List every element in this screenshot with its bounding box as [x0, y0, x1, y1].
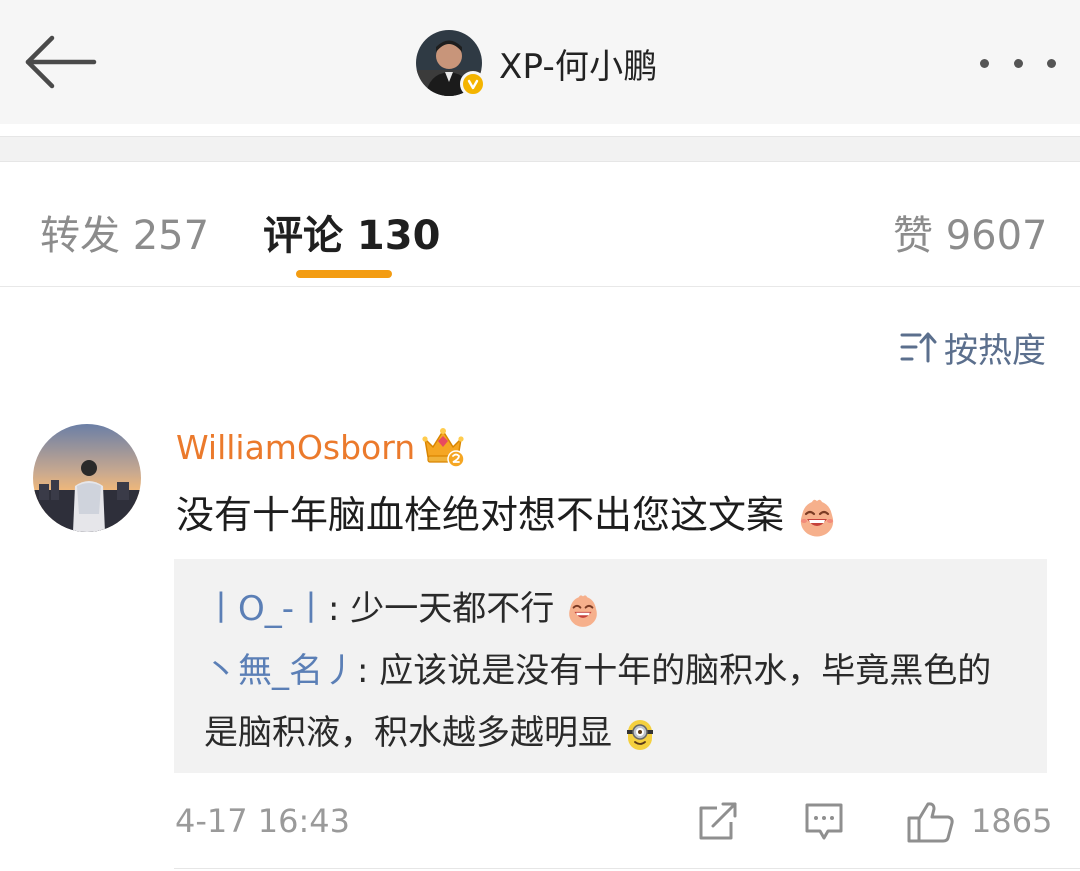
more-dots-icon: [1013, 58, 1023, 68]
share-button[interactable]: [697, 800, 739, 844]
laughing-face-icon: [800, 499, 834, 536]
thumbs-up-icon: [907, 802, 954, 843]
verified-v-icon: [467, 79, 479, 90]
profile-header[interactable]: XP-何小鹏: [416, 29, 658, 97]
sort-label: 按热度: [944, 330, 1046, 371]
minion-icon: [626, 719, 653, 750]
share-icon: [699, 802, 737, 840]
top-bar: XP-何小鹏: [0, 0, 1080, 124]
arrow-left-icon: [25, 35, 97, 89]
back-button[interactable]: [22, 30, 98, 94]
header-spacer: [0, 124, 1080, 136]
reply-separator: :: [357, 651, 380, 691]
tab-reposts[interactable]: 转发 257: [40, 203, 209, 261]
laughing-face-icon: [569, 594, 597, 627]
comment-text: 没有十年脑血栓绝对想不出您这文案: [176, 493, 785, 537]
reply-username[interactable]: 丶無_名丿: [204, 651, 357, 691]
reply-separator: :: [328, 589, 351, 629]
verified-badge: [460, 71, 486, 97]
more-dots-icon: [1047, 58, 1056, 68]
like-count: 1865: [971, 802, 1053, 840]
more-options-button[interactable]: [980, 48, 1056, 78]
tab-comments[interactable]: 评论 130: [263, 203, 440, 261]
section-divider: [0, 136, 1080, 162]
comment-timestamp: 4-17 16:43: [175, 802, 351, 840]
tab-likes[interactable]: 赞 9607: [893, 203, 1048, 261]
reply-item[interactable]: 丨O_-丨: 少一天都不行: [204, 578, 1024, 640]
reply-list[interactable]: 丨O_-丨: 少一天都不行 丶無_名丿: 应该说是没有十年的脑积水，毕竟黑色的是…: [174, 559, 1047, 773]
more-dots-icon: [980, 58, 989, 68]
sort-icon: [900, 332, 937, 363]
crown-icon: [422, 428, 465, 468]
like-button[interactable]: [906, 800, 956, 844]
profile-name[interactable]: XP-何小鹏: [499, 39, 658, 88]
tab-bar: 转发 257 评论 130 赞 9607: [0, 163, 1080, 287]
profile-avatar-wrap: [416, 30, 486, 97]
reply-button[interactable]: [804, 800, 844, 844]
sort-by-hot-button[interactable]: 按热度: [900, 325, 1046, 371]
commenter-username[interactable]: WilliamOsborn: [176, 428, 415, 467]
active-tab-indicator: [296, 270, 392, 278]
comment-divider: [174, 868, 1080, 869]
reply-text: 少一天都不行: [350, 589, 555, 629]
comment-bubble-icon: [805, 803, 843, 840]
commenter-avatar[interactable]: [33, 424, 141, 532]
reply-item[interactable]: 丶無_名丿: 应该说是没有十年的脑积水，毕竟黑色的是脑积液，积水越多越明显: [204, 640, 1024, 764]
reply-username[interactable]: 丨O_-丨: [204, 589, 328, 629]
comment-text-line: 没有十年脑血栓绝对想不出您这文案: [176, 484, 838, 539]
